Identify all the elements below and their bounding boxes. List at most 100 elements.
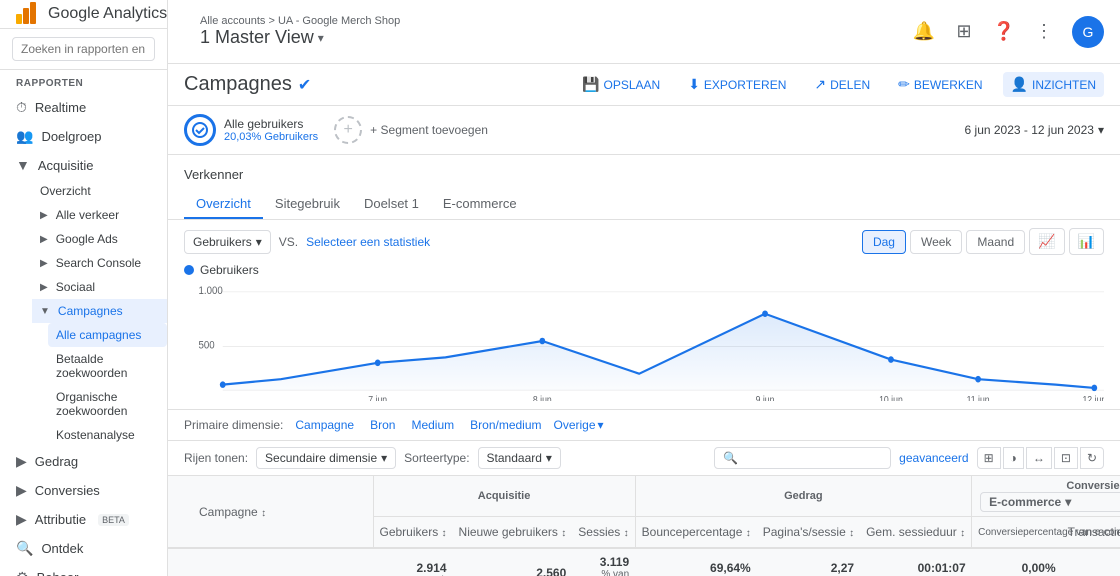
segments-bar: Alle gebruikers 20,03% Gebruikers + + Se… <box>168 106 1120 155</box>
sidebar-item-campagnes[interactable]: ▼ Campagnes <box>32 299 167 323</box>
table-search-box[interactable]: 🔍 <box>714 447 891 469</box>
share-button[interactable]: ↗ DELEN <box>806 72 878 97</box>
conversies-icon: ▶ <box>16 482 27 499</box>
sidebar-item-alle-verkeer[interactable]: ▶ Alle verkeer <box>32 203 167 227</box>
view-compare-button[interactable]: ↔ <box>1026 447 1052 469</box>
sort-campagne-icon: ↕ <box>261 508 266 519</box>
total-row: 2.914 % van totaal: 20,03% (14.550) 2.56… <box>168 548 1120 576</box>
sidebar-item-acquisitie[interactable]: ▼ Acquisitie <box>0 151 167 179</box>
acquisitie-icon: ▼ <box>16 157 30 173</box>
period-day-button[interactable]: Dag <box>862 230 906 254</box>
explorer-tabs: Overzicht Sitegebruik Doelset 1 E-commer… <box>184 190 1104 219</box>
sidebar-item-kostenanalyse[interactable]: Kostenanalyse <box>48 423 167 447</box>
edit-button[interactable]: ✏ BEWERKEN <box>890 72 990 97</box>
save-button[interactable]: 💾 OPSLAAN <box>574 72 668 97</box>
sidebar-item-conversies[interactable]: ▶ Conversies <box>0 476 167 505</box>
sidebar-item-google-ads[interactable]: ▶ Google Ads <box>32 227 167 251</box>
advanced-link[interactable]: geavanceerd <box>899 451 968 465</box>
sidebar-item-ontdek[interactable]: 🔍 Ontdek <box>0 534 167 563</box>
col-sessies-header[interactable]: Sessies ↕ <box>572 517 635 549</box>
sidebar-item-label: Acquisitie <box>38 158 94 173</box>
col-campagne-header[interactable]: Campagne ↕ <box>193 476 373 548</box>
total-nieuwe-gebruikers-cell: 2.560 % van totaal: 20,46% (12.513) <box>453 548 573 576</box>
dim-more-arrow-icon: ▾ <box>598 418 604 432</box>
table-search-input[interactable] <box>742 451 882 465</box>
sidebar-search[interactable] <box>0 29 167 70</box>
date-range-selector[interactable]: 6 jun 2023 - 12 jun 2023 ▾ <box>965 123 1104 137</box>
sidebar-item-overzicht[interactable]: Overzicht <box>32 179 167 203</box>
explorer-section: Verkenner Overzicht Sitegebruik Doelset … <box>168 155 1120 220</box>
sidebar-item-alle-campagnes[interactable]: Alle campagnes <box>48 323 167 347</box>
page-title-area: Campagnes ✔ <box>184 73 311 96</box>
tab-overzicht[interactable]: Overzicht <box>184 190 263 219</box>
period-week-button[interactable]: Week <box>910 230 962 254</box>
help-button[interactable]: ❓ <box>992 20 1016 44</box>
conversion-type-selector[interactable]: E-commerce ▾ <box>980 492 1120 512</box>
col-sessieduur-header[interactable]: Gem. sessieduur ↕ <box>860 517 972 549</box>
tab-doelset[interactable]: Doelset 1 <box>352 190 431 219</box>
total-bounce-cell: 69,64% Gem. voor dataweergave: 48,37% (4… <box>635 548 757 576</box>
view-selector[interactable]: 1 Master View ▾ <box>200 27 912 48</box>
dim-bron[interactable]: Bron <box>366 416 399 434</box>
col-gebruikers-header[interactable]: Gebruikers ↕ <box>373 517 453 549</box>
notifications-button[interactable]: 🔔 <box>912 20 936 44</box>
campagnes-submenu: Alle campagnes Betaalde zoekwoorden Orga… <box>32 323 167 447</box>
svg-text:7 jun: 7 jun <box>368 395 387 401</box>
beheer-label: Beheer <box>37 570 79 576</box>
chart-bar-type-button[interactable]: 📊 <box>1069 228 1104 255</box>
col-group-gedrag: Gedrag <box>635 476 972 517</box>
sidebar-item-gedrag[interactable]: ▶ Gedrag <box>0 447 167 476</box>
view-pivot-button[interactable]: ⊡ <box>1054 447 1078 469</box>
col-paginas-header[interactable]: Pagina's/sessie ↕ <box>757 517 860 549</box>
data-table: Campagne ↕ Acquisitie Gedrag Conversies … <box>168 476 1120 576</box>
beta-badge: BETA <box>98 514 129 526</box>
realtime-icon: ⏱ <box>16 99 27 116</box>
search-icon: 🔍 <box>723 451 738 465</box>
sidebar-item-betaalde-zoekwoorden[interactable]: Betaalde zoekwoorden <box>48 347 167 385</box>
tab-ecommerce[interactable]: E-commerce <box>431 190 529 219</box>
table-view-buttons: ⊞ ◑ ↔ ⊡ ↻ <box>977 447 1104 469</box>
sidebar-item-realtime[interactable]: ⏱ Realtime <box>0 93 167 122</box>
sidebar-item-sociaal[interactable]: ▶ Sociaal <box>32 275 167 299</box>
verified-icon: ✔ <box>298 75 311 95</box>
export-button[interactable]: ⬇ EXPORTEREN <box>680 72 794 97</box>
explorer-label: Verkenner <box>184 163 1104 186</box>
dim-medium[interactable]: Medium <box>407 416 458 434</box>
sort-type-selector[interactable]: Standaard ▾ <box>478 447 561 469</box>
col-bounce-header[interactable]: Bouncepercentage ↕ <box>635 517 757 549</box>
col-checkbox <box>168 476 193 548</box>
segment-sub: 20,03% Gebruikers <box>224 131 318 143</box>
export-label: EXPORTEREN <box>704 78 786 92</box>
user-avatar[interactable]: G <box>1072 16 1104 48</box>
dimension-label: Primaire dimensie: <box>184 418 283 432</box>
sidebar-item-beheer[interactable]: ⚙ Beheer <box>0 563 167 576</box>
col-nieuwe-gebruikers-header[interactable]: Nieuwe gebruikers ↕ <box>453 517 573 549</box>
gedrag-label: Gedrag <box>35 454 78 469</box>
apps-button[interactable]: ⊞ <box>952 20 976 44</box>
add-segment-button[interactable]: + + Segment toevoegen <box>334 116 488 144</box>
search-input[interactable] <box>12 37 155 61</box>
select-stat-link[interactable]: Selecteer een statistiek <box>306 235 430 249</box>
sidebar-item-search-console[interactable]: ▶ Search Console <box>32 251 167 275</box>
campagnes-label: Campagnes <box>58 304 123 318</box>
dim-bron-medium[interactable]: Bron/medium <box>466 416 545 434</box>
dim-more-button[interactable]: Overige ▾ <box>554 418 604 432</box>
insights-button[interactable]: 👤 INZICHTEN <box>1003 72 1104 97</box>
breadcrumb-path: Alle accounts > UA - Google Merch Shop <box>200 15 912 27</box>
view-lifetime-button[interactable]: ↻ <box>1080 447 1104 469</box>
col-transacties-header[interactable]: Transacties ↕ <box>1062 517 1120 549</box>
col-conversie-header[interactable]: Conversiepercentage van e-commerce ↕ <box>972 517 1062 549</box>
secondary-dimension-selector[interactable]: Secundaire dimensie ▾ <box>256 447 396 469</box>
chart-line-type-button[interactable]: 📈 <box>1029 228 1064 255</box>
dim-campagne[interactable]: Campagne <box>291 416 358 434</box>
sidebar-item-attributie[interactable]: ▶ Attributie BETA <box>0 505 167 534</box>
col-group-acquisitie: Acquisitie <box>373 476 635 517</box>
tab-sitegebruik[interactable]: Sitegebruik <box>263 190 352 219</box>
more-button[interactable]: ⋮ <box>1032 20 1056 44</box>
period-month-button[interactable]: Maand <box>966 230 1025 254</box>
view-pie-button[interactable]: ◑ <box>1003 447 1024 469</box>
metric-selector[interactable]: Gebruikers ▾ <box>184 230 271 254</box>
sidebar-item-organische-zoekwoorden[interactable]: Organische zoekwoorden <box>48 385 167 423</box>
sidebar-item-doelgroep[interactable]: 👥 Doelgroep <box>0 122 167 151</box>
view-grid-button[interactable]: ⊞ <box>977 447 1001 469</box>
